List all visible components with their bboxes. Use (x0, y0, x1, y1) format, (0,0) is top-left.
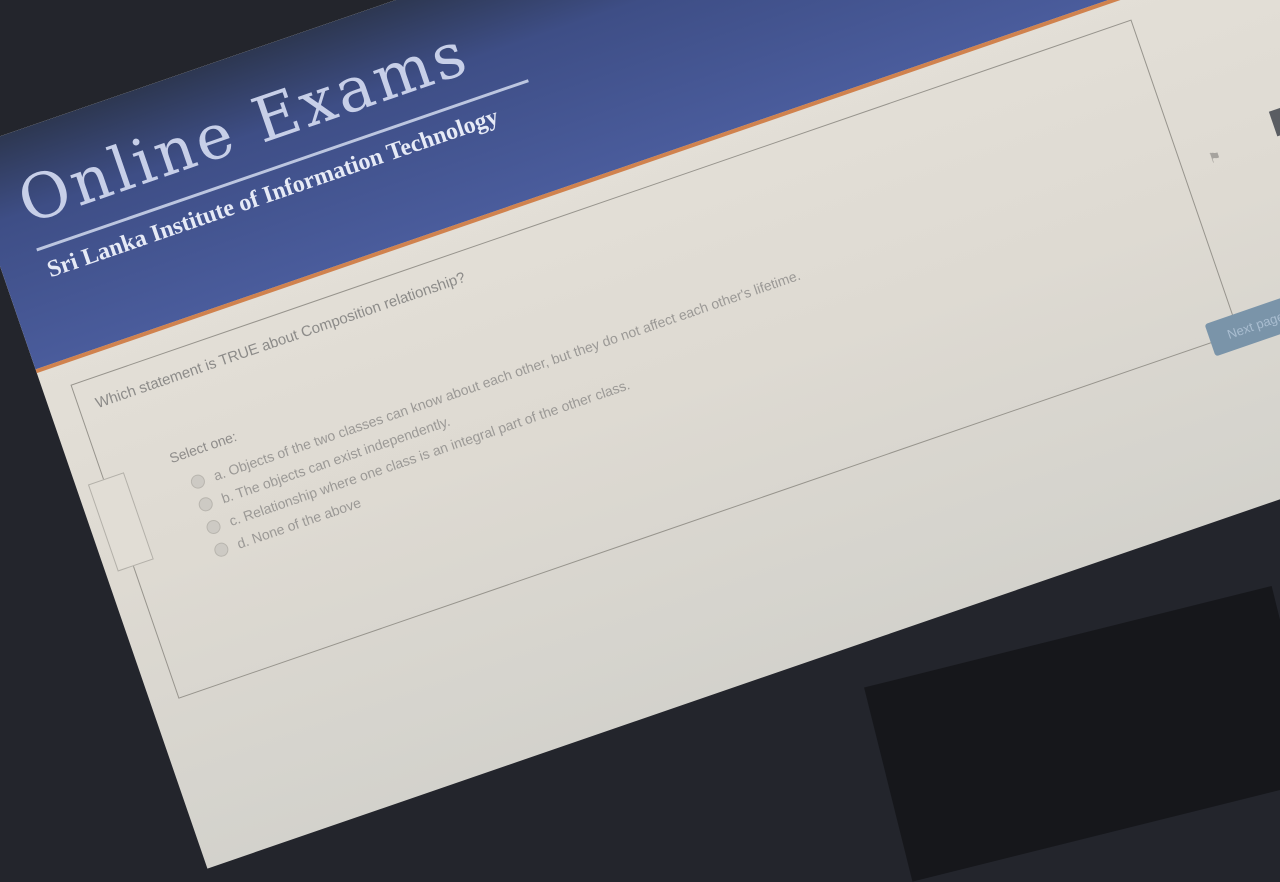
quiz-navigation: 3 4 5 6 7 8 (1268, 47, 1280, 301)
monitor-bezel (864, 585, 1280, 882)
radio-button[interactable] (204, 518, 223, 536)
radio-button[interactable] (196, 495, 215, 514)
radio-button[interactable] (212, 540, 231, 559)
radio-button[interactable] (189, 472, 207, 491)
flag-icon[interactable]: ⚑ (1206, 147, 1223, 166)
nav-question-button[interactable]: 3 (1268, 97, 1280, 137)
